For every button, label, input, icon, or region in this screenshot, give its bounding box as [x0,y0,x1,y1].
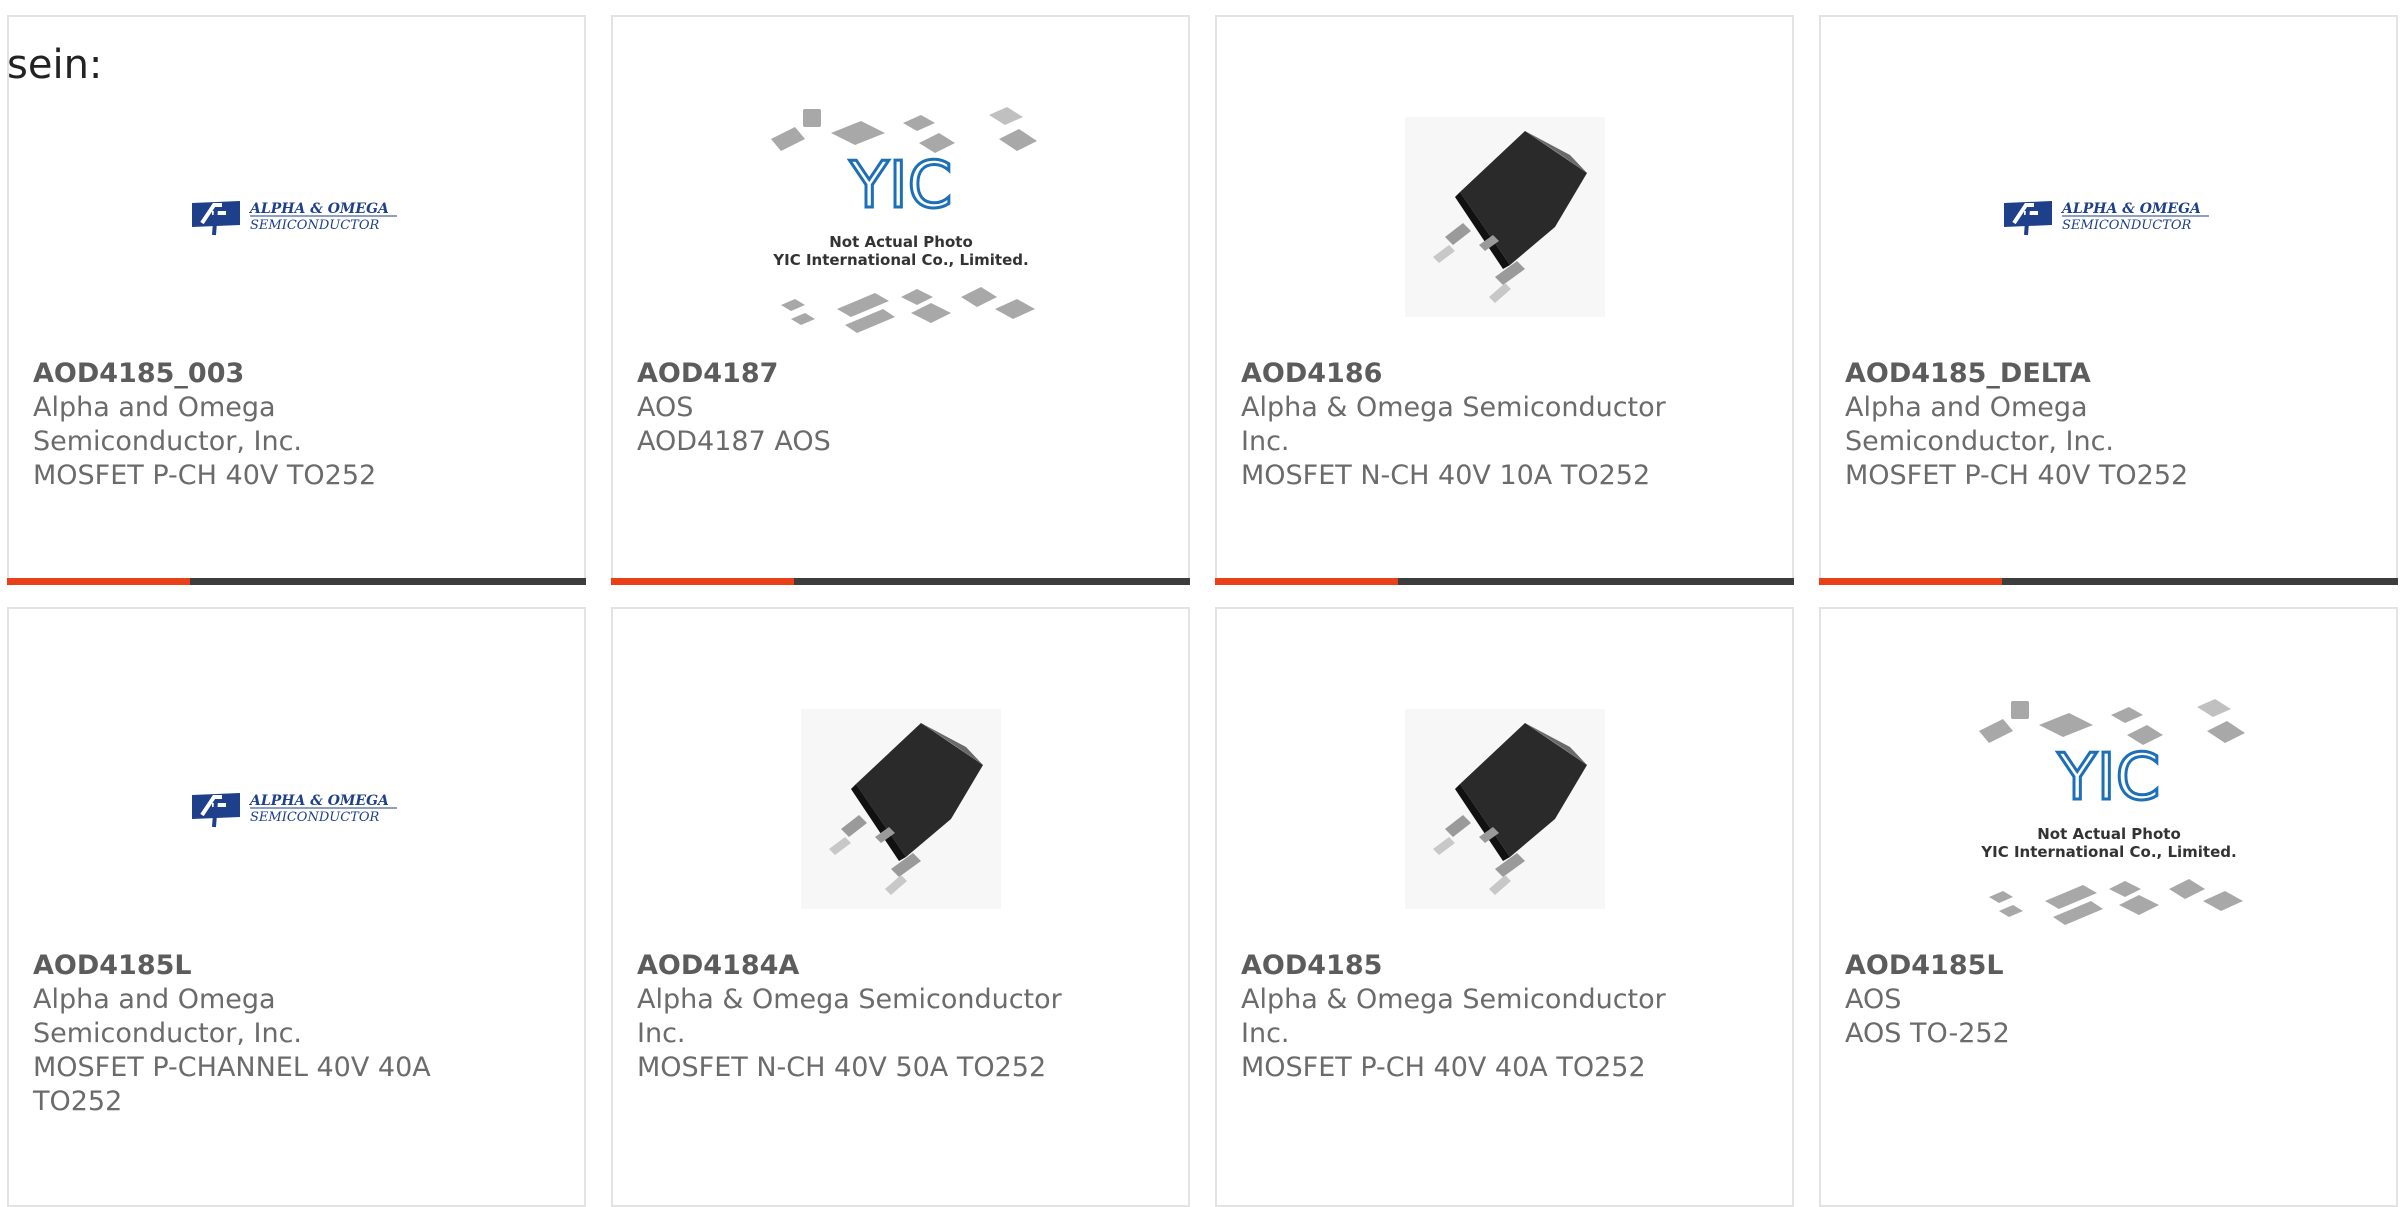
manufacturer: Alpha and Omega Semiconductor, Inc. [33,392,302,457]
to252-package-photo [800,709,1001,909]
part-number[interactable]: AOD4185_003 [33,357,564,391]
product-image: YIC Not Actual Photo YIC International C… [1821,659,2396,959]
alpha-omega-logo: ALPHA & OMEGA SEMICONDUCTOR [191,201,397,236]
product-card[interactable]: ALPHA & OMEGA SEMICONDUCTOR AOD4185_003 … [7,15,586,585]
part-number[interactable]: AOD4185L [33,949,564,983]
manufacturer: Alpha and Omega Semiconductor, Inc. [33,984,302,1049]
placeholder-line2: YIC International Co., Limited. [772,251,1028,269]
description: MOSFET P-CH 40V TO252 [1845,460,2189,491]
description: MOSFET P-CHANNEL 40V 40A TO252 [33,1052,431,1117]
to252-package-photo [1404,117,1605,317]
card-bottom-bar [7,578,586,585]
product-image [1217,659,1792,959]
to252-package-photo [1404,709,1605,909]
description: AOS TO-252 [1845,1018,2010,1049]
description: MOSFET N-CH 40V 50A TO252 [637,1052,1047,1083]
yic-brand: YIC [848,149,952,223]
manufacturer: Alpha and Omega Semiconductor, Inc. [1845,392,2114,457]
product-card[interactable]: AOD4186 Alpha & Omega Semiconductor Inc.… [1215,15,1794,585]
product-image: YIC Not Actual Photo YIC International C… [613,67,1188,367]
description: MOSFET P-CH 40V 40A TO252 [1241,1052,1646,1083]
not-actual-photo-placeholder: YIC Not Actual Photo YIC International C… [1978,699,2245,925]
manufacturer: Alpha & Omega Semiconductor Inc. [1241,392,1666,457]
logo-line2: SEMICONDUCTOR [250,810,379,825]
description: AOD4187 AOS [637,426,831,457]
description: MOSFET N-CH 40V 10A TO252 [1241,460,1651,491]
logo-line1: ALPHA & OMEGA [2060,201,2201,217]
product-image: ALPHA & OMEGA SEMICONDUCTOR [1821,67,2396,367]
placeholder-line1: Not Actual Photo [829,233,973,251]
card-bottom-bar [1215,578,1794,585]
logo-line2: SEMICONDUCTOR [2062,218,2191,233]
product-card[interactable]: YIC Not Actual Photo YIC International C… [1819,607,2398,1207]
part-number[interactable]: AOD4185 [1241,949,1772,983]
placeholder-line1: Not Actual Photo [2037,825,2181,843]
product-card[interactable]: AOD4185 Alpha & Omega Semiconductor Inc.… [1215,607,1794,1207]
logo-line1: ALPHA & OMEGA [248,793,389,809]
logo-line1: ALPHA & OMEGA [248,201,389,217]
logo-line2: SEMICONDUCTOR [250,218,379,233]
placeholder-line2: YIC International Co., Limited. [1980,843,2236,861]
alpha-omega-logo: ALPHA & OMEGA SEMICONDUCTOR [191,793,397,828]
manufacturer: AOS [1845,984,1902,1015]
card-bottom-bar [611,578,1190,585]
manufacturer: Alpha & Omega Semiconductor Inc. [637,984,1062,1049]
product-image: ALPHA & OMEGA SEMICONDUCTOR [9,659,584,959]
part-number[interactable]: AOD4186 [1241,357,1772,391]
yic-brand: YIC [2056,741,2160,815]
product-image: ALPHA & OMEGA SEMICONDUCTOR [9,67,584,367]
manufacturer: Alpha & Omega Semiconductor Inc. [1241,984,1666,1049]
part-number[interactable]: AOD4185_DELTA [1845,357,2376,391]
part-number[interactable]: AOD4185L [1845,949,2376,983]
intro-text: sein: [7,42,103,88]
description: MOSFET P-CH 40V TO252 [33,460,377,491]
product-image [1217,67,1792,367]
alpha-omega-logo: ALPHA & OMEGA SEMICONDUCTOR [2003,201,2209,236]
part-number[interactable]: AOD4187 [637,357,1168,391]
product-grid: ALPHA & OMEGA SEMICONDUCTOR AOD4185_003 … [7,15,2398,1207]
product-card[interactable]: ALPHA & OMEGA SEMICONDUCTOR AOD4185L Alp… [7,607,586,1207]
part-number[interactable]: AOD4184A [637,949,1168,983]
card-bottom-bar [1819,578,2398,585]
product-card[interactable]: ALPHA & OMEGA SEMICONDUCTOR AOD4185_DELT… [1819,15,2398,585]
manufacturer: AOS [637,392,694,423]
product-card[interactable]: YIC Not Actual Photo YIC International C… [611,15,1190,585]
product-card[interactable]: AOD4184A Alpha & Omega Semiconductor Inc… [611,607,1190,1207]
product-image [613,659,1188,959]
not-actual-photo-placeholder: YIC Not Actual Photo YIC International C… [770,107,1037,333]
